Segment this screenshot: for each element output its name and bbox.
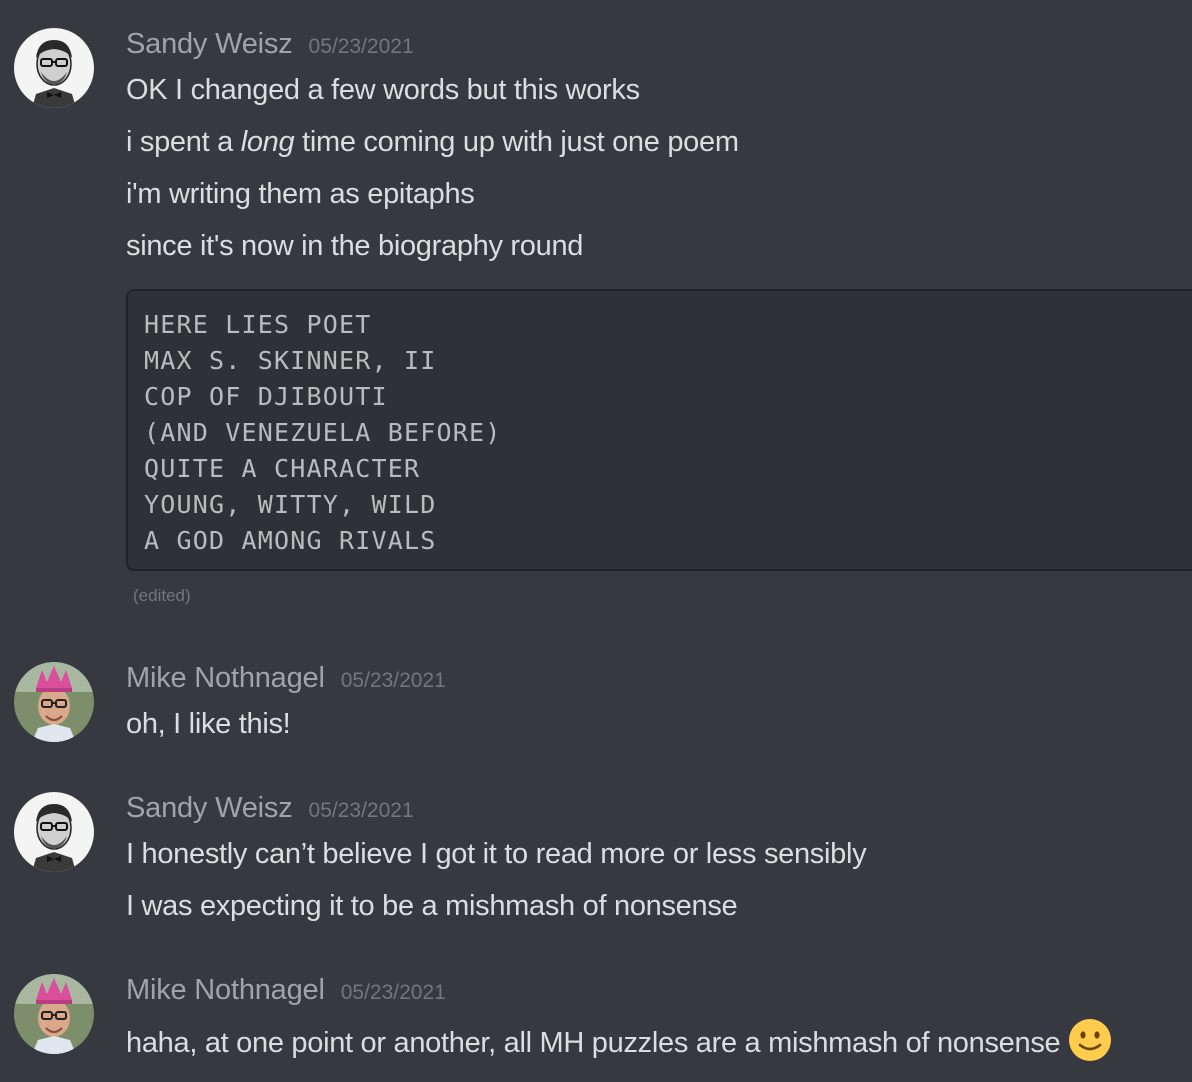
message-line: since it's now in the biography round bbox=[126, 230, 584, 262]
code-line: MAX S. SKINNER, II bbox=[144, 346, 437, 375]
avatar-sandy-weisz[interactable] bbox=[14, 792, 94, 872]
message-group-sandy-1: Sandy Weisz 05/23/2021 OK I changed a fe… bbox=[0, 0, 1192, 620]
message-header: Sandy Weisz 05/23/2021 bbox=[126, 792, 414, 826]
timestamp[interactable]: 05/23/2021 bbox=[309, 35, 414, 59]
code-line: HERE LIES POET bbox=[144, 310, 372, 339]
code-line: A GOD AMONG RIVALS bbox=[144, 526, 437, 555]
message-line: I was expecting it to be a mishmash of n… bbox=[126, 890, 738, 922]
message-text: time coming up with just one poem bbox=[294, 126, 739, 158]
message-header: Mike Nothnagel 05/23/2021 bbox=[126, 974, 446, 1008]
avatar-mike-nothnagel[interactable] bbox=[14, 662, 94, 742]
code-block[interactable]: HERE LIES POET MAX S. SKINNER, II COP OF… bbox=[126, 289, 1192, 571]
avatar-mike-image bbox=[14, 662, 94, 742]
message-header: Mike Nothnagel 05/23/2021 bbox=[126, 662, 446, 696]
message-line: I honestly can’t believe I got it to rea… bbox=[126, 838, 867, 870]
username[interactable]: Sandy Weisz bbox=[126, 792, 293, 825]
message-text: haha, at one point or another, all MH pu… bbox=[126, 1027, 1061, 1059]
message-line: oh, I like this! bbox=[126, 708, 291, 740]
avatar-mike-nothnagel[interactable] bbox=[14, 974, 94, 1054]
message-line: i'm writing them as epitaphs bbox=[126, 178, 475, 210]
avatar-mike-image bbox=[14, 974, 94, 1054]
username[interactable]: Mike Nothnagel bbox=[126, 662, 325, 695]
timestamp[interactable]: 05/23/2021 bbox=[341, 669, 446, 693]
username[interactable]: Sandy Weisz bbox=[126, 28, 293, 61]
timestamp[interactable]: 05/23/2021 bbox=[309, 799, 414, 823]
username[interactable]: Mike Nothnagel bbox=[126, 974, 325, 1007]
avatar-sandy-image bbox=[14, 28, 94, 108]
message-text-italic: long bbox=[240, 126, 295, 158]
avatar-sandy-weisz[interactable] bbox=[14, 28, 94, 108]
code-line: COP OF DJIBOUTI bbox=[144, 382, 388, 411]
code-line: YOUNG, WITTY, WILD bbox=[144, 490, 437, 519]
code-line: QUITE A CHARACTER bbox=[144, 454, 421, 483]
message-line: haha, at one point or another, all MH pu… bbox=[126, 1018, 1112, 1062]
slightly-smiling-face-emoji[interactable] bbox=[1068, 1018, 1112, 1062]
avatar-sandy-image bbox=[14, 792, 94, 872]
message-text: i spent a bbox=[126, 126, 241, 158]
message-line: i spent a long time coming up with just … bbox=[126, 124, 739, 160]
message-header: Sandy Weisz 05/23/2021 bbox=[126, 28, 414, 62]
edited-label: (edited) bbox=[133, 586, 191, 605]
message-line: OK I changed a few words but this works bbox=[126, 74, 640, 106]
code-line: (AND VENEZUELA BEFORE) bbox=[144, 418, 502, 447]
timestamp[interactable]: 05/23/2021 bbox=[341, 981, 446, 1005]
